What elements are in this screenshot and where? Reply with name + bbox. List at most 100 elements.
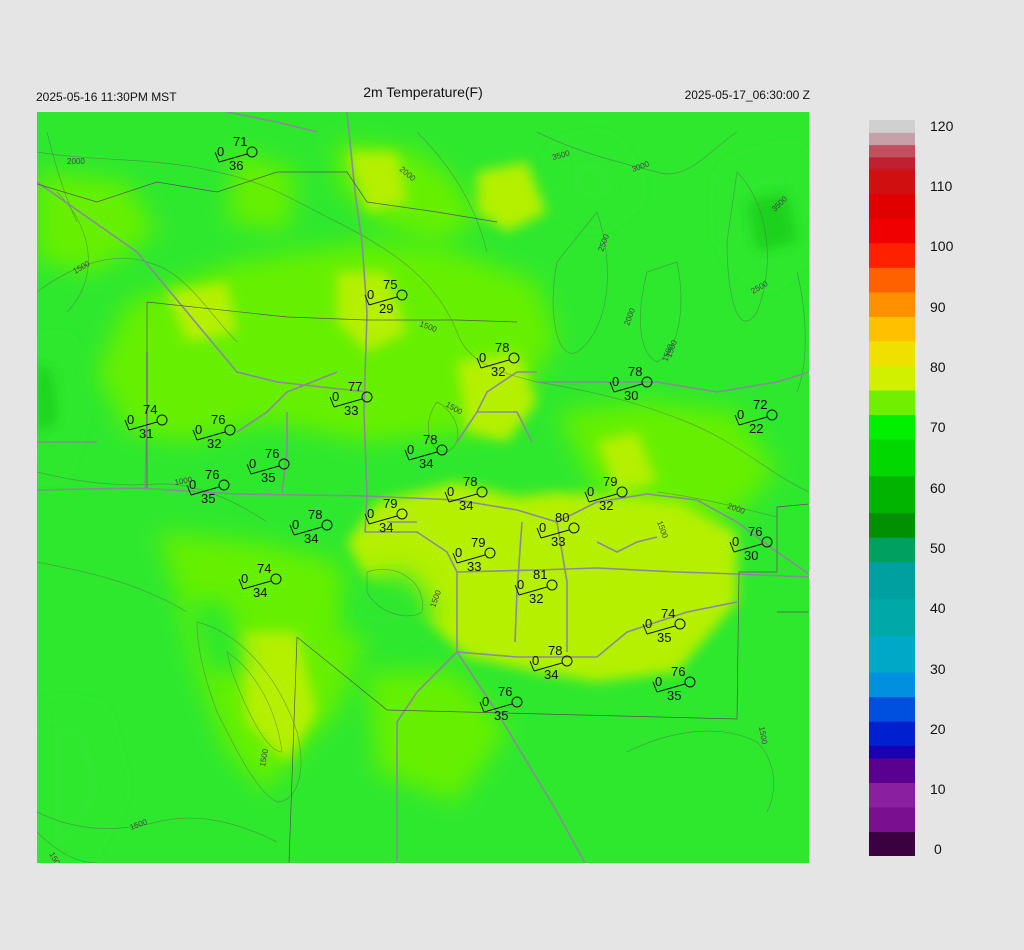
station-temp: 71 [233,134,247,149]
station-zero: 0 [612,374,619,389]
chart-title: 2m Temperature(F) [363,84,483,100]
colorbar-band [869,696,915,710]
colorbar-band [869,757,915,771]
colorbar-band [869,770,915,783]
station-dewpoint: 32 [599,498,613,513]
colorbar-tick: 50 [930,540,946,556]
colorbar-band [869,340,915,354]
station-dewpoint: 30 [744,548,758,563]
station-temp: 77 [348,379,362,394]
colorbar-band [869,561,915,575]
colorbar-band [869,622,915,636]
colorbar-band [869,120,915,133]
station-dewpoint: 31 [139,426,153,441]
colorbar-band [869,377,915,391]
colorbar-band [869,132,915,146]
colorbar-band [869,402,915,415]
colorbar-band [869,230,915,244]
station-temp: 78 [308,507,322,522]
colorbar-band [869,733,915,747]
colorbar-band [869,819,915,833]
colorbar-band [869,549,915,563]
station-zero: 0 [127,412,134,427]
station-temp: 81 [533,567,547,582]
colorbar-band [869,414,915,428]
colorbar-band [869,475,915,489]
colorbar-band [869,451,915,465]
station-zero: 0 [332,389,339,404]
colorbar-band [869,291,915,305]
colorbar-band [869,721,915,734]
colorbar-band [869,279,915,293]
station-zero: 0 [249,456,256,471]
colorbar-band [869,524,915,538]
station-zero: 0 [655,674,662,689]
colorbar-band [869,438,915,452]
utc-time-label: 2025-05-17_06:30:00 Z [684,88,810,102]
station-temp: 76 [265,446,279,461]
station-temp: 74 [143,402,157,417]
station-temp: 78 [463,474,477,489]
station-zero: 0 [367,287,374,302]
colorbar-band [869,205,915,219]
colorbar-band [869,169,915,182]
station-dewpoint: 32 [529,591,543,606]
station-dewpoint: 22 [749,421,763,436]
station-dewpoint: 35 [667,688,681,703]
station-dewpoint: 35 [657,630,671,645]
colorbar-tick: 70 [930,419,946,435]
colorbar-band [869,794,915,808]
station-temp: 79 [471,535,485,550]
colorbar-band [869,426,915,440]
station-zero: 0 [455,545,462,560]
station-zero: 0 [447,484,454,499]
colorbar-tick: 120 [930,118,954,134]
station-temp: 76 [205,467,219,482]
station-dewpoint: 34 [419,456,433,471]
station-temp: 76 [498,684,512,699]
station-dewpoint: 35 [201,491,215,506]
station-zero: 0 [407,442,414,457]
station-temp: 75 [383,277,397,292]
colorbar-tick: 110 [930,178,953,194]
colorbar-band [869,843,915,857]
station-dewpoint: 30 [624,388,638,403]
station-temp: 79 [383,496,397,511]
station-dewpoint: 32 [207,436,221,451]
colorbar-band [869,389,915,403]
station-zero: 0 [217,144,224,159]
colorbar-band [869,537,915,550]
station-zero: 0 [539,520,546,535]
station-dewpoint: 36 [229,158,243,173]
station-temp: 76 [671,664,685,679]
colorbar-band [869,144,915,158]
station-zero: 0 [737,407,744,422]
station-temp: 76 [211,412,225,427]
map-canvas: 2000 2000 3500 3000 3500 2500 2500 2000 … [37,112,809,863]
station-dewpoint: 34 [544,667,558,682]
colorbar-band [869,254,915,268]
colorbar-tick: 60 [930,480,946,496]
station-dewpoint: 35 [261,470,275,485]
colorbar-band [869,745,915,759]
colorbar-band [869,598,915,612]
colorbar-tick: 10 [930,781,946,797]
station-temp: 74 [661,606,675,621]
station-temp: 80 [555,510,569,525]
colorbar-tick: 0 [934,841,942,857]
colorbar-tick: 90 [930,299,946,315]
station-zero: 0 [645,616,652,631]
colorbar-band [869,573,915,587]
colorbar-band [869,242,915,256]
colorbar-band [869,610,915,624]
colorbar-band [869,684,915,698]
station-zero: 0 [189,477,196,492]
colorbar-band [869,267,915,281]
station-zero: 0 [482,694,489,709]
station-dewpoint: 33 [551,534,565,549]
colorbar-band [869,647,915,661]
contour-label: 2000 [67,157,85,166]
colorbar-band [869,304,915,317]
colorbar [869,120,915,857]
station-zero: 0 [587,484,594,499]
